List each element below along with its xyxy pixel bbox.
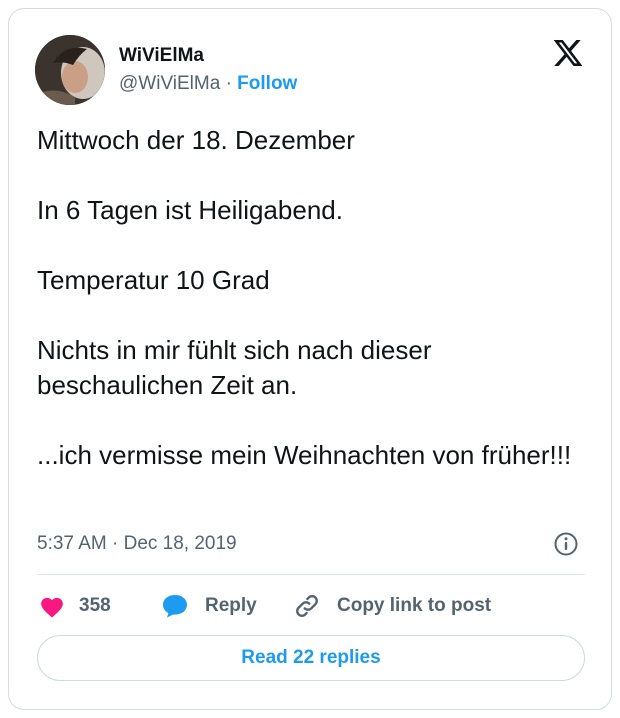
x-logo-icon[interactable]	[551, 37, 585, 69]
read-replies-label: Read 22 replies	[241, 647, 381, 668]
like-count: 358	[79, 595, 111, 616]
reply-button[interactable]: Reply	[161, 591, 257, 621]
info-icon[interactable]	[553, 531, 579, 557]
reply-label: Reply	[205, 595, 257, 616]
tweet-paragraph: Mittwoch der 18. Dezember	[37, 125, 355, 155]
author-handle[interactable]: @WiViElMa	[119, 73, 220, 94]
separator-dot: ·	[225, 73, 232, 94]
tweet-timestamp[interactable]: 5:37 AM · Dec 18, 2019	[37, 533, 237, 555]
author-handle-row: @WiViElMa · Follow	[119, 73, 297, 95]
action-bar: 358 Reply Copy link to post	[37, 591, 585, 621]
follow-button[interactable]: Follow	[237, 73, 297, 94]
copy-link-button[interactable]: Copy link to post	[293, 591, 491, 621]
author-display-name[interactable]: WiViElMa	[119, 45, 204, 67]
tweet-paragraph: Nichts in mir fühlt sich nach dieser bes…	[37, 335, 432, 400]
tweet-text: Mittwoch der 18. Dezember In 6 Tagen ist…	[37, 123, 593, 473]
avatar[interactable]	[35, 35, 105, 105]
like-button[interactable]: 358	[39, 591, 111, 621]
tweet-paragraph: In 6 Tagen ist Heiligabend.	[37, 195, 343, 225]
read-replies-button[interactable]: Read 22 replies	[37, 635, 585, 681]
heart-icon	[41, 597, 63, 618]
reply-bubble-icon	[163, 595, 187, 618]
tweet-paragraph: Temperatur 10 Grad	[37, 265, 270, 295]
tweet-paragraph: ...ich vermisse mein Weihnachten von frü…	[37, 440, 572, 470]
link-icon	[296, 595, 318, 617]
copy-link-label: Copy link to post	[337, 595, 492, 616]
divider	[37, 574, 585, 575]
tweet-card: WiViElMa @WiViElMa · Follow Mittwoch der…	[8, 8, 612, 710]
